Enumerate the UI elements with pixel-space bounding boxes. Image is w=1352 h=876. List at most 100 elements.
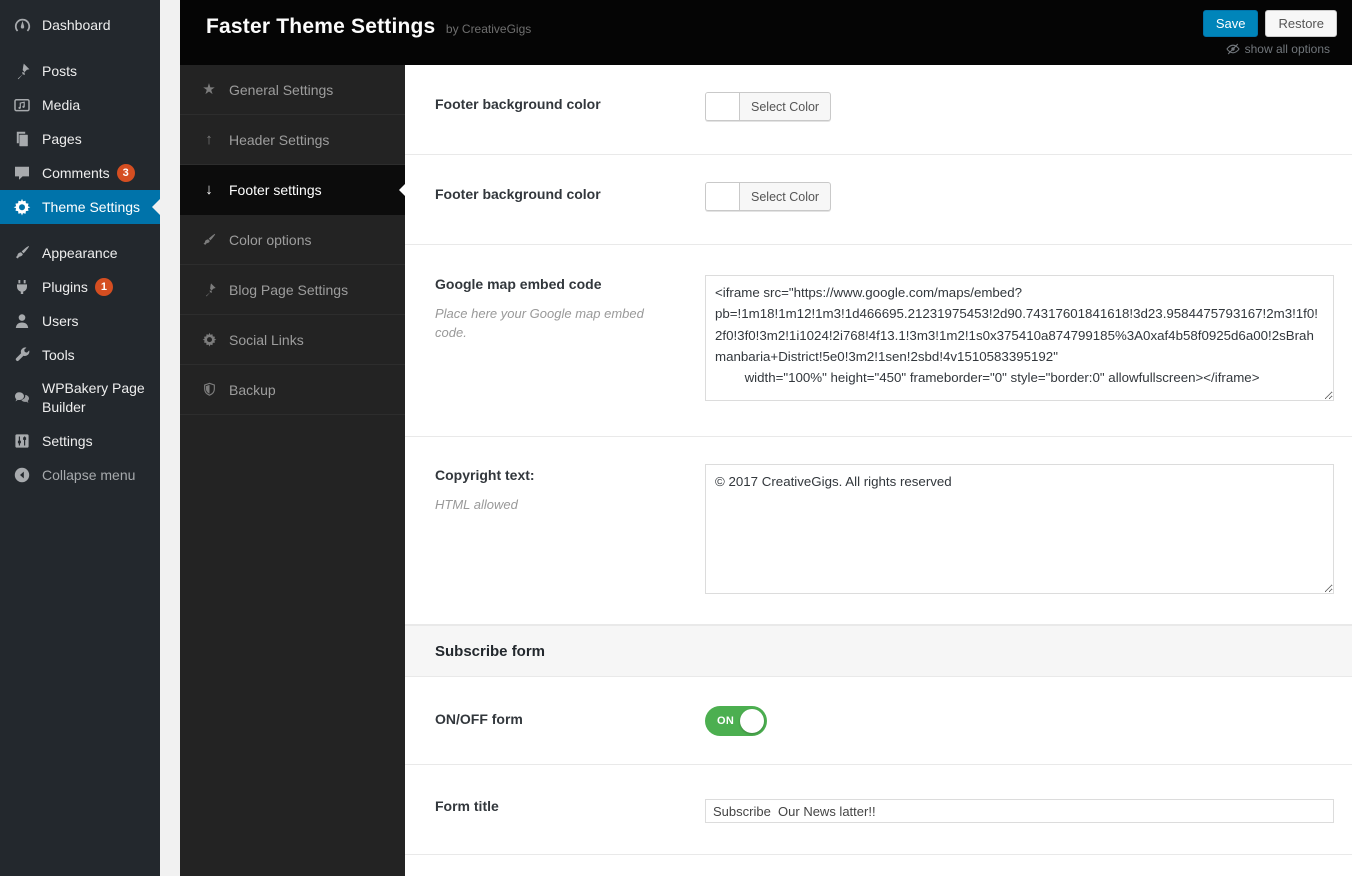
select-color-label: Select Color: [740, 183, 830, 210]
sidebar-item-settings[interactable]: Settings: [0, 424, 160, 458]
form-title-input[interactable]: [705, 799, 1334, 823]
show-all-options-label: show all options: [1245, 42, 1330, 56]
sidebar-item-label: Theme Settings: [42, 199, 140, 215]
arrow-up-icon: ↑: [200, 131, 218, 149]
media-icon: [12, 95, 32, 115]
sidebar-item-label: Pages: [42, 131, 82, 147]
sidebar-item-plugins[interactable]: Plugins 1: [0, 270, 160, 304]
field-row-footer-bg-2: Footer background color Select Color: [405, 155, 1352, 245]
tab-label: Footer settings: [229, 182, 322, 198]
wrench-icon: [12, 345, 32, 365]
sidebar-item-pages[interactable]: Pages: [0, 122, 160, 156]
theme-settings-panel: Faster Theme Settings by CreativeGigs Sa…: [180, 0, 1352, 876]
tab-general-settings[interactable]: ★ General Settings: [180, 65, 405, 115]
color-swatch: [706, 93, 740, 120]
chat-bubbles-icon: [12, 388, 32, 408]
sidebar-item-label: WPBakery Page Builder: [42, 379, 148, 417]
pushpin-icon: [200, 281, 218, 299]
sidebar-item-wpbakery[interactable]: WPBakery Page Builder: [0, 372, 160, 424]
sidebar-item-comments[interactable]: Comments 3: [0, 156, 160, 190]
sidebar-item-label: Appearance: [42, 245, 118, 261]
field-label: Copyright text:: [435, 467, 535, 483]
user-icon: [12, 311, 32, 331]
sidebar-item-label: Tools: [42, 347, 75, 363]
dashboard-icon: [12, 15, 32, 35]
show-all-options-link[interactable]: show all options: [1226, 42, 1330, 56]
onoff-toggle[interactable]: ON: [705, 706, 767, 736]
field-row-form-title: Form title: [405, 765, 1352, 855]
tab-label: Color options: [229, 232, 312, 248]
field-description: HTML allowed: [435, 496, 650, 515]
pushpin-icon: [12, 61, 32, 81]
sidebar-item-media[interactable]: Media: [0, 88, 160, 122]
plug-icon: [12, 277, 32, 297]
settings-nav: ★ General Settings ↑ Header Settings ↓ F…: [180, 65, 405, 876]
gear-icon: [200, 331, 218, 349]
field-description: Place here your Google map embed code.: [435, 305, 650, 343]
star-icon: ★: [200, 81, 218, 99]
sidebar-item-label: Plugins: [42, 279, 88, 295]
sliders-icon: [12, 431, 32, 451]
subscribe-form-section-header: Subscribe form: [405, 625, 1352, 677]
tab-social-links[interactable]: Social Links: [180, 315, 405, 365]
restore-button[interactable]: Restore: [1265, 10, 1337, 37]
toggle-state-label: ON: [717, 715, 734, 727]
field-label: Google map embed code: [435, 276, 601, 292]
page-byline: by CreativeGigs: [446, 22, 531, 36]
tab-label: Blog Page Settings: [229, 282, 348, 298]
sidebar-item-label: Dashboard: [42, 17, 111, 33]
field-label: Form title: [435, 798, 499, 814]
field-row-copyright: Copyright text: HTML allowed © 2017 Crea…: [405, 437, 1352, 625]
sidebar-item-label: Comments: [42, 165, 110, 181]
brush-icon: [12, 243, 32, 263]
plugins-count-badge: 1: [95, 278, 113, 296]
sidebar-separator: [0, 224, 160, 236]
tab-label: Header Settings: [229, 132, 329, 148]
copyright-textarea[interactable]: © 2017 CreativeGigs. All rights reserved: [705, 464, 1334, 594]
tab-footer-settings[interactable]: ↓ Footer settings: [180, 165, 405, 215]
field-row-google-map: Google map embed code Place here your Go…: [405, 245, 1352, 437]
sidebar-item-users[interactable]: Users: [0, 304, 160, 338]
tab-blog-page-settings[interactable]: Blog Page Settings: [180, 265, 405, 315]
field-row-onoff-form: ON/OFF form ON: [405, 677, 1352, 765]
tab-header-settings[interactable]: ↑ Header Settings: [180, 115, 405, 165]
sidebar-item-posts[interactable]: Posts: [0, 54, 160, 88]
sidebar-item-label: Media: [42, 97, 80, 113]
collapse-menu-button[interactable]: Collapse menu: [0, 458, 160, 492]
sidebar-item-label: Posts: [42, 63, 77, 79]
settings-content: Footer background color Select Color Foo…: [405, 65, 1352, 876]
select-color-label: Select Color: [740, 93, 830, 120]
sidebar-item-appearance[interactable]: Appearance: [0, 236, 160, 270]
field-label: ON/OFF form: [435, 711, 523, 727]
section-title: Subscribe form: [405, 643, 545, 660]
save-button[interactable]: Save: [1203, 10, 1259, 37]
sidebar-item-label: Collapse menu: [42, 467, 135, 483]
select-color-button-1[interactable]: Select Color: [705, 92, 831, 121]
sidebar-gap: [160, 0, 180, 876]
arrow-down-icon: ↓: [200, 181, 218, 199]
tab-color-options[interactable]: Color options: [180, 215, 405, 265]
toggle-knob: [740, 709, 764, 733]
sidebar-item-dashboard[interactable]: Dashboard: [0, 8, 160, 42]
select-color-button-2[interactable]: Select Color: [705, 182, 831, 211]
tab-label: Backup: [229, 382, 276, 398]
eye-slash-icon: [1226, 42, 1240, 56]
panel-header: Faster Theme Settings by CreativeGigs Sa…: [180, 0, 1352, 65]
field-row-footer-bg-1: Footer background color Select Color: [405, 65, 1352, 155]
wp-admin-sidebar: Dashboard Posts Media Pages Comments 3 T…: [0, 0, 160, 876]
google-map-embed-textarea[interactable]: <iframe src="https://www.google.com/maps…: [705, 275, 1334, 401]
sidebar-item-tools[interactable]: Tools: [0, 338, 160, 372]
brush-icon: [200, 231, 218, 249]
sidebar-item-label: Users: [42, 313, 79, 329]
pages-icon: [12, 129, 32, 149]
comment-icon: [12, 163, 32, 183]
color-swatch: [706, 183, 740, 210]
sidebar-separator: [0, 42, 160, 54]
field-label: Footer background color: [435, 186, 601, 202]
sidebar-item-theme-settings[interactable]: Theme Settings: [0, 190, 160, 224]
gear-icon: [12, 197, 32, 217]
tab-backup[interactable]: Backup: [180, 365, 405, 415]
sidebar-item-label: Settings: [42, 433, 93, 449]
tab-label: General Settings: [229, 82, 333, 98]
comments-count-badge: 3: [117, 164, 135, 182]
